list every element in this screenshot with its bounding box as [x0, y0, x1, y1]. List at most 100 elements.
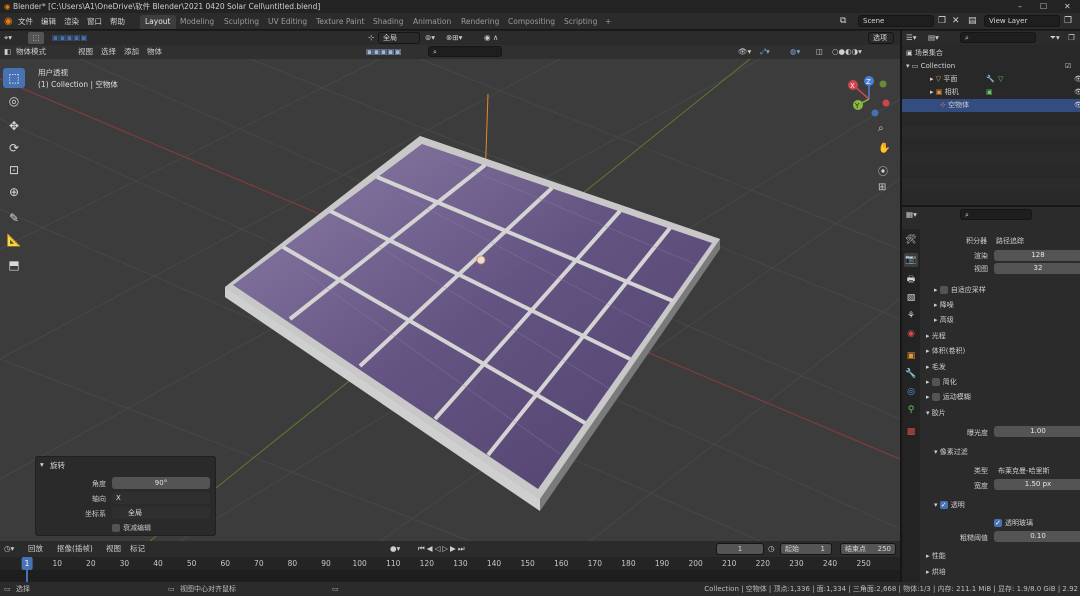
volumes-row[interactable]: ▸ 体积(卷积): [926, 346, 965, 356]
exposure-field[interactable]: 1.00: [994, 426, 1080, 437]
transparent-row[interactable]: ▾ ✓ 透明: [934, 500, 965, 510]
roughness-threshold-field[interactable]: 0.10: [994, 531, 1080, 542]
minimize-button[interactable]: –: [1018, 0, 1022, 13]
tab-uv-editing[interactable]: UV Editing: [263, 15, 312, 29]
tab-texture-paint[interactable]: Texture Paint: [311, 15, 369, 29]
simplify-row[interactable]: ▸ 简化: [926, 377, 957, 387]
tab-scripting[interactable]: Scripting: [559, 15, 602, 29]
scene-icon[interactable]: ⧉: [840, 13, 846, 30]
outliner-item-empty[interactable]: ⊹ 空物体 👁: [902, 99, 1080, 112]
hair-row[interactable]: ▸ 毛发: [926, 362, 946, 372]
particles-tab-icon[interactable]: ◎: [904, 385, 918, 399]
delete-scene-icon[interactable]: ✕: [952, 13, 960, 30]
outliner-editor-icon[interactable]: ☰▾: [906, 31, 917, 45]
performance-row[interactable]: ▸ 性能: [926, 551, 946, 561]
integrator-value[interactable]: 路径追踪: [996, 236, 1024, 246]
modifier-tab-icon[interactable]: 🔧: [904, 367, 918, 381]
adaptive-sampling-row[interactable]: ▸ 自适应采样: [934, 285, 986, 295]
move-tool-icon[interactable]: ✥: [3, 116, 25, 136]
render-samples-field[interactable]: 128: [994, 250, 1080, 261]
filter-icons[interactable]: ▣▣▣▣▣: [366, 45, 401, 59]
properties-search-field[interactable]: ⌕: [960, 209, 1032, 220]
scene-tab-icon[interactable]: ⚘: [904, 309, 918, 323]
viewport-search-field[interactable]: ⌕: [428, 46, 502, 57]
world-tab-icon[interactable]: ◉: [904, 327, 918, 341]
select-mode-icons[interactable]: ▣▣▣▣▣: [52, 31, 87, 45]
object-menu[interactable]: 物体: [147, 45, 162, 59]
filter-width-field[interactable]: 1.50 px: [994, 479, 1080, 490]
pan-hand-icon[interactable]: ✋: [878, 143, 890, 154]
orientation-icon[interactable]: ⊹: [368, 31, 374, 45]
pixel-filter-row[interactable]: ▾ 像素过滤: [934, 447, 968, 457]
options-dropdown[interactable]: 选项: [868, 32, 894, 44]
area-divider-horizontal[interactable]: [902, 205, 1080, 207]
timeline-ruler[interactable]: 1 10 20 30 40 50 60 70 80 90 100 110 120 130 140 150 160…: [0, 557, 900, 570]
proportional-edit-icon[interactable]: ◉ ∧: [484, 31, 498, 45]
outliner-item-plane[interactable]: ▸ ▽ 平面 🔧 ▽ 👁: [902, 73, 1080, 86]
collection-checkbox-icon[interactable]: ☑: [1065, 60, 1071, 73]
record-icon[interactable]: ●▾: [390, 542, 400, 556]
menu-window[interactable]: 窗口: [87, 13, 102, 30]
view-layer-field[interactable]: View Layer: [984, 15, 1060, 27]
navigation-gizmo[interactable]: Z X Y: [845, 75, 895, 125]
measure-tool-icon[interactable]: 📐: [3, 230, 25, 250]
blender-menu-icon[interactable]: ◉: [4, 13, 13, 30]
new-collection-icon[interactable]: ❐: [1068, 31, 1075, 45]
tab-shading[interactable]: Shading: [368, 15, 408, 29]
denoise-row[interactable]: ▸ 降噪: [934, 300, 954, 310]
maximize-button[interactable]: ☐: [1040, 0, 1047, 13]
new-view-layer-icon[interactable]: ❐: [1064, 13, 1072, 30]
outliner-collection[interactable]: ▾ ▭ Collection ☑: [902, 60, 1080, 73]
motion-blur-row[interactable]: ▸ 运动模糊: [926, 392, 971, 402]
visibility-eye-icon[interactable]: 👁: [1074, 86, 1080, 99]
scale-tool-icon[interactable]: ⊡: [3, 160, 25, 180]
outliner-root[interactable]: ▣ 场景集合: [902, 47, 1080, 60]
overlay-toggle-icon[interactable]: ◍▾: [790, 45, 800, 59]
mode-dropdown[interactable]: 物体模式: [16, 45, 46, 59]
texture-tab-icon[interactable]: ▩: [904, 425, 918, 439]
tool-tab-icon[interactable]: 🛠: [904, 233, 918, 247]
solar-panel-mesh[interactable]: [225, 136, 720, 511]
zoom-icon[interactable]: ⌕: [878, 123, 884, 134]
filter-type-value[interactable]: 布莱克曼-哈里斯: [998, 466, 1050, 476]
timeline-editor-icon[interactable]: ◷▾: [4, 542, 14, 556]
visibility-icon[interactable]: 👁▾: [738, 45, 751, 59]
start-frame-field[interactable]: 起始 1: [780, 543, 832, 555]
add-workspace-button[interactable]: +: [600, 15, 616, 29]
proportional-checkbox[interactable]: 衰减编辑: [112, 523, 151, 533]
orientation-field[interactable]: 全局: [112, 507, 210, 519]
axis-dropdown[interactable]: X: [112, 492, 210, 504]
tab-compositing[interactable]: Compositing: [503, 15, 560, 29]
tab-layout[interactable]: Layout: [140, 15, 176, 29]
add-menu[interactable]: 添加: [124, 45, 139, 59]
scene-field[interactable]: Scene: [858, 15, 934, 27]
transparent-glass-row[interactable]: ✓ 透明玻璃: [994, 518, 1033, 528]
outliner-item-camera[interactable]: ▸ ▣ 相机 ▣ 👁: [902, 86, 1080, 99]
angle-field[interactable]: 90°: [112, 477, 210, 489]
film-row[interactable]: ▾ 胶片: [926, 408, 946, 418]
properties-editor-icon[interactable]: ▦▾: [906, 208, 917, 222]
select-tool-icon[interactable]: ⬚: [3, 68, 25, 88]
visibility-eye-icon[interactable]: 👁: [1074, 99, 1080, 112]
clock-icon[interactable]: ◷: [768, 542, 775, 556]
outliner-search-field[interactable]: ⌕: [960, 32, 1036, 43]
end-frame-field[interactable]: 结束点 250: [840, 543, 896, 555]
transform-tool-icon[interactable]: ⊕: [3, 182, 25, 202]
orientation-dropdown[interactable]: 全局: [378, 32, 420, 44]
menu-edit[interactable]: 编辑: [41, 13, 56, 30]
view-layer-tab-icon[interactable]: ▧: [904, 291, 918, 305]
xray-icon[interactable]: ◫: [816, 45, 823, 59]
camera-view-icon[interactable]: ⦿: [878, 163, 888, 178]
editor-type-icon[interactable]: ⌖▾: [4, 31, 12, 45]
snap-icon[interactable]: ⊗⊞▾: [446, 31, 462, 45]
cursor-tool-icon[interactable]: ◎: [3, 91, 25, 111]
menu-render[interactable]: 渲染: [64, 13, 79, 30]
area-divider[interactable]: [900, 31, 902, 582]
tab-animation[interactable]: Animation: [408, 15, 456, 29]
playback-menu[interactable]: 回放: [28, 542, 43, 556]
view-menu[interactable]: 视图: [78, 45, 93, 59]
annotate-tool-icon[interactable]: ✎: [3, 208, 25, 228]
select-box-icon[interactable]: ⬚: [28, 32, 44, 44]
rotate-tool-icon[interactable]: ⟳: [3, 138, 25, 158]
playback-controls-icons[interactable]: ⏮◀◁▷▶⏭: [418, 542, 467, 556]
